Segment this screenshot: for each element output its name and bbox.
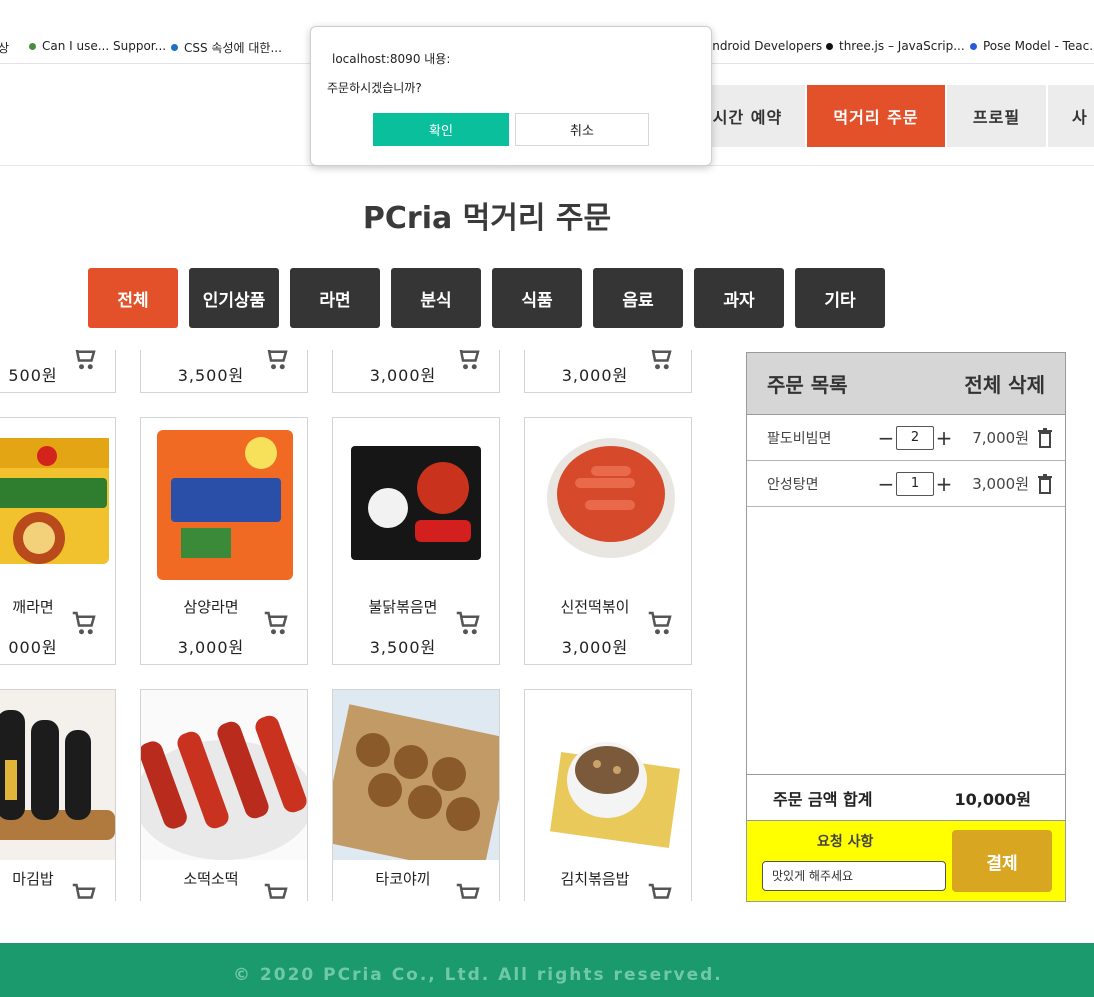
- cart-icon[interactable]: [645, 608, 675, 638]
- bookmark-item-truncated[interactable]: 상: [0, 39, 9, 56]
- bookmark-android[interactable]: Android Developers: [704, 39, 822, 53]
- order-total-value: 10,000원: [954, 789, 1031, 809]
- footer: © 2020 PCria Co., Ltd. All rights reserv…: [0, 943, 1094, 997]
- order-total: 주문 금액 합계 10,000원: [747, 774, 1065, 821]
- order-header: 주문 목록 전체 삭제: [747, 353, 1065, 415]
- product-card[interactable]: 소떡소떡: [140, 689, 308, 901]
- nav-food-order[interactable]: 먹거리 주문: [807, 85, 947, 147]
- order-title: 주문 목록: [767, 373, 848, 397]
- cart-icon[interactable]: [261, 880, 291, 901]
- product-card[interactable]: 타코야끼: [332, 689, 500, 901]
- product-card[interactable]: 불닭볶음면 3,500원: [332, 417, 500, 665]
- product-card[interactable]: 500원: [0, 350, 116, 393]
- dialog-cancel-button[interactable]: 취소: [515, 113, 649, 146]
- category-snackfood[interactable]: 분식: [391, 268, 481, 328]
- request-label: 요청 사항: [817, 834, 874, 850]
- cart-icon[interactable]: [69, 608, 99, 638]
- bookmark-threejs[interactable]: three.js – JavaScrip...: [826, 39, 965, 53]
- cart-icon[interactable]: [261, 608, 291, 638]
- product-card[interactable]: 3,000원: [524, 350, 692, 393]
- page-title: PCria 먹거리 주문: [362, 201, 612, 236]
- product-name: 타코야끼: [375, 870, 431, 888]
- product-price: 3,000원: [177, 638, 245, 657]
- product-card[interactable]: 마김밥: [0, 689, 116, 901]
- cart-icon[interactable]: [261, 350, 291, 373]
- product-grid: 500원 3,500원 3,000원 3,000원 깨라면 000원 삼양라면 …: [0, 350, 700, 901]
- product-image-takoyaki: [333, 690, 499, 860]
- increase-quantity-button[interactable]: +: [935, 472, 953, 496]
- product-card[interactable]: 신전떡볶이 3,000원: [524, 417, 692, 665]
- order-item: 팔도비빔면 − 2 + 7,000원: [747, 415, 1065, 461]
- request-input[interactable]: 맛있게 해주세요: [762, 861, 946, 891]
- dialog-message: 주문하시겠습니까?: [327, 81, 422, 95]
- cart-icon[interactable]: [453, 350, 483, 373]
- dialog-title: localhost:8090 내용:: [332, 52, 451, 66]
- category-drinks[interactable]: 음료: [593, 268, 683, 328]
- nav-profile[interactable]: 프로필: [947, 85, 1048, 147]
- footer-copyright: © 2020 PCria Co., Ltd. All rights reserv…: [233, 965, 723, 985]
- product-name: 불닭볶음면: [368, 598, 438, 616]
- product-image-sotteok: [141, 690, 307, 860]
- cart-icon[interactable]: [69, 880, 99, 901]
- product-name: 삼양라면: [183, 598, 239, 616]
- product-image-ramen: [0, 418, 115, 588]
- product-name: 김치볶음밥: [560, 870, 630, 888]
- category-etc[interactable]: 기타: [795, 268, 885, 328]
- product-image-kimchi-fried-rice: [525, 690, 691, 860]
- quantity-input[interactable]: 2: [896, 425, 934, 450]
- order-item: 안성탕면 − 1 + 3,000원: [747, 461, 1065, 507]
- cart-icon[interactable]: [645, 880, 675, 901]
- product-image-kimbap: [0, 690, 115, 860]
- category-all[interactable]: 전체: [88, 268, 178, 328]
- confirm-dialog: localhost:8090 내용: 주문하시겠습니까? 확인 취소: [310, 26, 712, 166]
- product-image-tteokbokki: [525, 418, 691, 588]
- trash-icon[interactable]: [1037, 474, 1053, 494]
- order-item-name: 안성탕면: [767, 476, 819, 493]
- cart-icon[interactable]: [453, 880, 483, 901]
- category-ramen[interactable]: 라면: [290, 268, 380, 328]
- cart-icon[interactable]: [645, 350, 675, 373]
- bookmark-caniuse[interactable]: Can I use... Suppor...: [29, 39, 166, 53]
- clear-all-button[interactable]: 전체 삭제: [964, 369, 1045, 398]
- bookmark-favicon-icon: [29, 42, 36, 50]
- product-image-buldak: [333, 418, 499, 588]
- order-panel: 주문 목록 전체 삭제 팔도비빔면 − 2 + 7,000원 안성탕면 − 1 …: [746, 352, 1066, 902]
- category-popular[interactable]: 인기상품: [189, 268, 279, 328]
- bookmark-favicon-icon: [970, 42, 977, 50]
- product-name: 신전떡볶이: [560, 598, 630, 616]
- nav-item-truncated[interactable]: 사: [1048, 85, 1094, 147]
- decrease-quantity-button[interactable]: −: [877, 426, 895, 450]
- product-price: 3,500원: [177, 366, 245, 385]
- category-meals[interactable]: 식품: [492, 268, 582, 328]
- product-card[interactable]: 깨라면 000원: [0, 417, 116, 665]
- order-request-area: 요청 사항 맛있게 해주세요 결제: [747, 821, 1065, 901]
- bookmark-css[interactable]: CSS 속성에 대한...: [171, 39, 282, 56]
- product-card[interactable]: 삼양라면 3,000원: [140, 417, 308, 665]
- bookmark-favicon-icon: [826, 42, 833, 50]
- increase-quantity-button[interactable]: +: [935, 426, 953, 450]
- order-item-name: 팔도비빔면: [767, 430, 832, 447]
- category-chips[interactable]: 과자: [694, 268, 784, 328]
- trash-icon[interactable]: [1037, 428, 1053, 448]
- product-image-samyang: [141, 418, 307, 588]
- order-total-label: 주문 금액 합계: [773, 789, 873, 809]
- decrease-quantity-button[interactable]: −: [877, 472, 895, 496]
- product-name: 소떡소떡: [183, 870, 239, 888]
- dialog-ok-button[interactable]: 확인: [373, 113, 509, 146]
- bookmark-favicon-icon: [171, 44, 178, 51]
- product-price: 3,000원: [561, 638, 629, 657]
- cart-icon[interactable]: [69, 350, 99, 373]
- order-item-price: 3,000원: [972, 475, 1029, 493]
- quantity-input[interactable]: 1: [896, 471, 934, 496]
- product-price: 3,000원: [561, 366, 629, 385]
- product-card[interactable]: 3,500원: [140, 350, 308, 393]
- cart-icon[interactable]: [453, 608, 483, 638]
- pay-button[interactable]: 결제: [952, 830, 1052, 892]
- product-price: 3,500원: [369, 638, 437, 657]
- product-card[interactable]: 김치볶음밥: [524, 689, 692, 901]
- product-card[interactable]: 3,000원: [332, 350, 500, 393]
- order-item-price: 7,000원: [972, 429, 1029, 447]
- bookmark-pose-model[interactable]: Pose Model - Teac...: [970, 39, 1094, 53]
- product-price: 3,000원: [369, 366, 437, 385]
